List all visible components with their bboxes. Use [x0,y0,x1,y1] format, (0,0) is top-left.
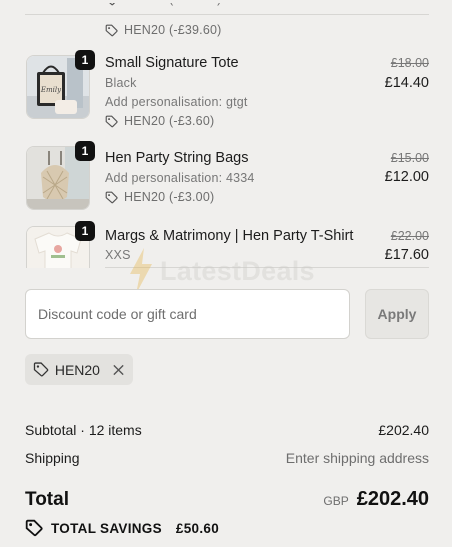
discount-code-input[interactable] [25,289,350,339]
divider [105,267,429,268]
tag-icon [105,24,118,36]
item-discount: HEN20 (-£3.60) [105,114,214,128]
total-row: Total GBP £202.40 [25,488,429,511]
total-value: £202.40 [356,488,429,510]
item-name: Margs & Matrimony | Hen Party T-Shirt [105,228,354,244]
partial-item-discount-row: HEN20 (-£39.60) [105,14,429,44]
tag-icon [25,519,43,537]
divider [25,14,429,15]
shipping-value: Enter shipping address [285,450,429,466]
quantity-badge: 1 [75,141,95,161]
apply-button[interactable]: Apply [365,289,429,339]
shipping-row: Shipping Enter shipping address [25,450,429,466]
partial-item-discount-text: HEN20 (-£39.60) [124,23,222,37]
partial-item-row: HEN20 (-£39.60) [105,3,429,14]
total-label: Total [25,489,69,510]
tag-icon [109,3,115,5]
close-icon[interactable] [112,363,125,377]
shipping-label: Shipping [25,450,80,466]
item-price: £14.40 [384,75,429,91]
tag-icon [105,115,118,127]
item-discount: HEN20 (-£3.00) [105,190,214,204]
item-price: £17.60 [384,247,429,263]
tag-icon [33,362,49,377]
applied-discount-chip: HEN20 [25,354,133,385]
quantity-badge: 1 [75,50,95,70]
applied-code-label: HEN20 [54,361,100,378]
item-personalisation: Add personalisation: 4334 [105,171,255,185]
item-variant: Black [105,76,137,90]
cart-items-list[interactable]: HEN20 (-£39.60) HEN20 (-£39.60) Emily 1 … [0,0,452,268]
item-discount-text: HEN20 (-£3.00) [124,190,215,204]
subtotal-value: £202.40 [378,422,429,438]
item-price: £12.00 [384,169,429,185]
item-original-price: £15.00 [390,151,429,165]
partial-item-discount: HEN20 (-£39.60) [124,3,222,6]
currency-code: GBP [323,494,349,508]
savings-value: £50.60 [175,520,220,536]
item-variant: XXS [105,248,131,262]
item-name: Small Signature Tote [105,55,239,71]
item-personalisation: Add personalisation: gtgt [105,95,248,109]
subtotal-label: Subtotal · 12 items [25,422,142,438]
quantity-badge: 1 [75,221,95,241]
svg-text:Emily: Emily [40,86,62,94]
savings-label: TOTAL SAVINGS [51,520,162,536]
item-original-price: £22.00 [390,229,429,243]
item-original-price: £18.00 [390,56,429,70]
item-discount-text: HEN20 (-£3.60) [124,114,215,128]
subtotal-row: Subtotal · 12 items £202.40 [25,422,429,438]
total-savings: TOTAL SAVINGS £50.60 [25,519,219,537]
tag-icon [105,191,118,203]
item-name: Hen Party String Bags [105,150,249,166]
